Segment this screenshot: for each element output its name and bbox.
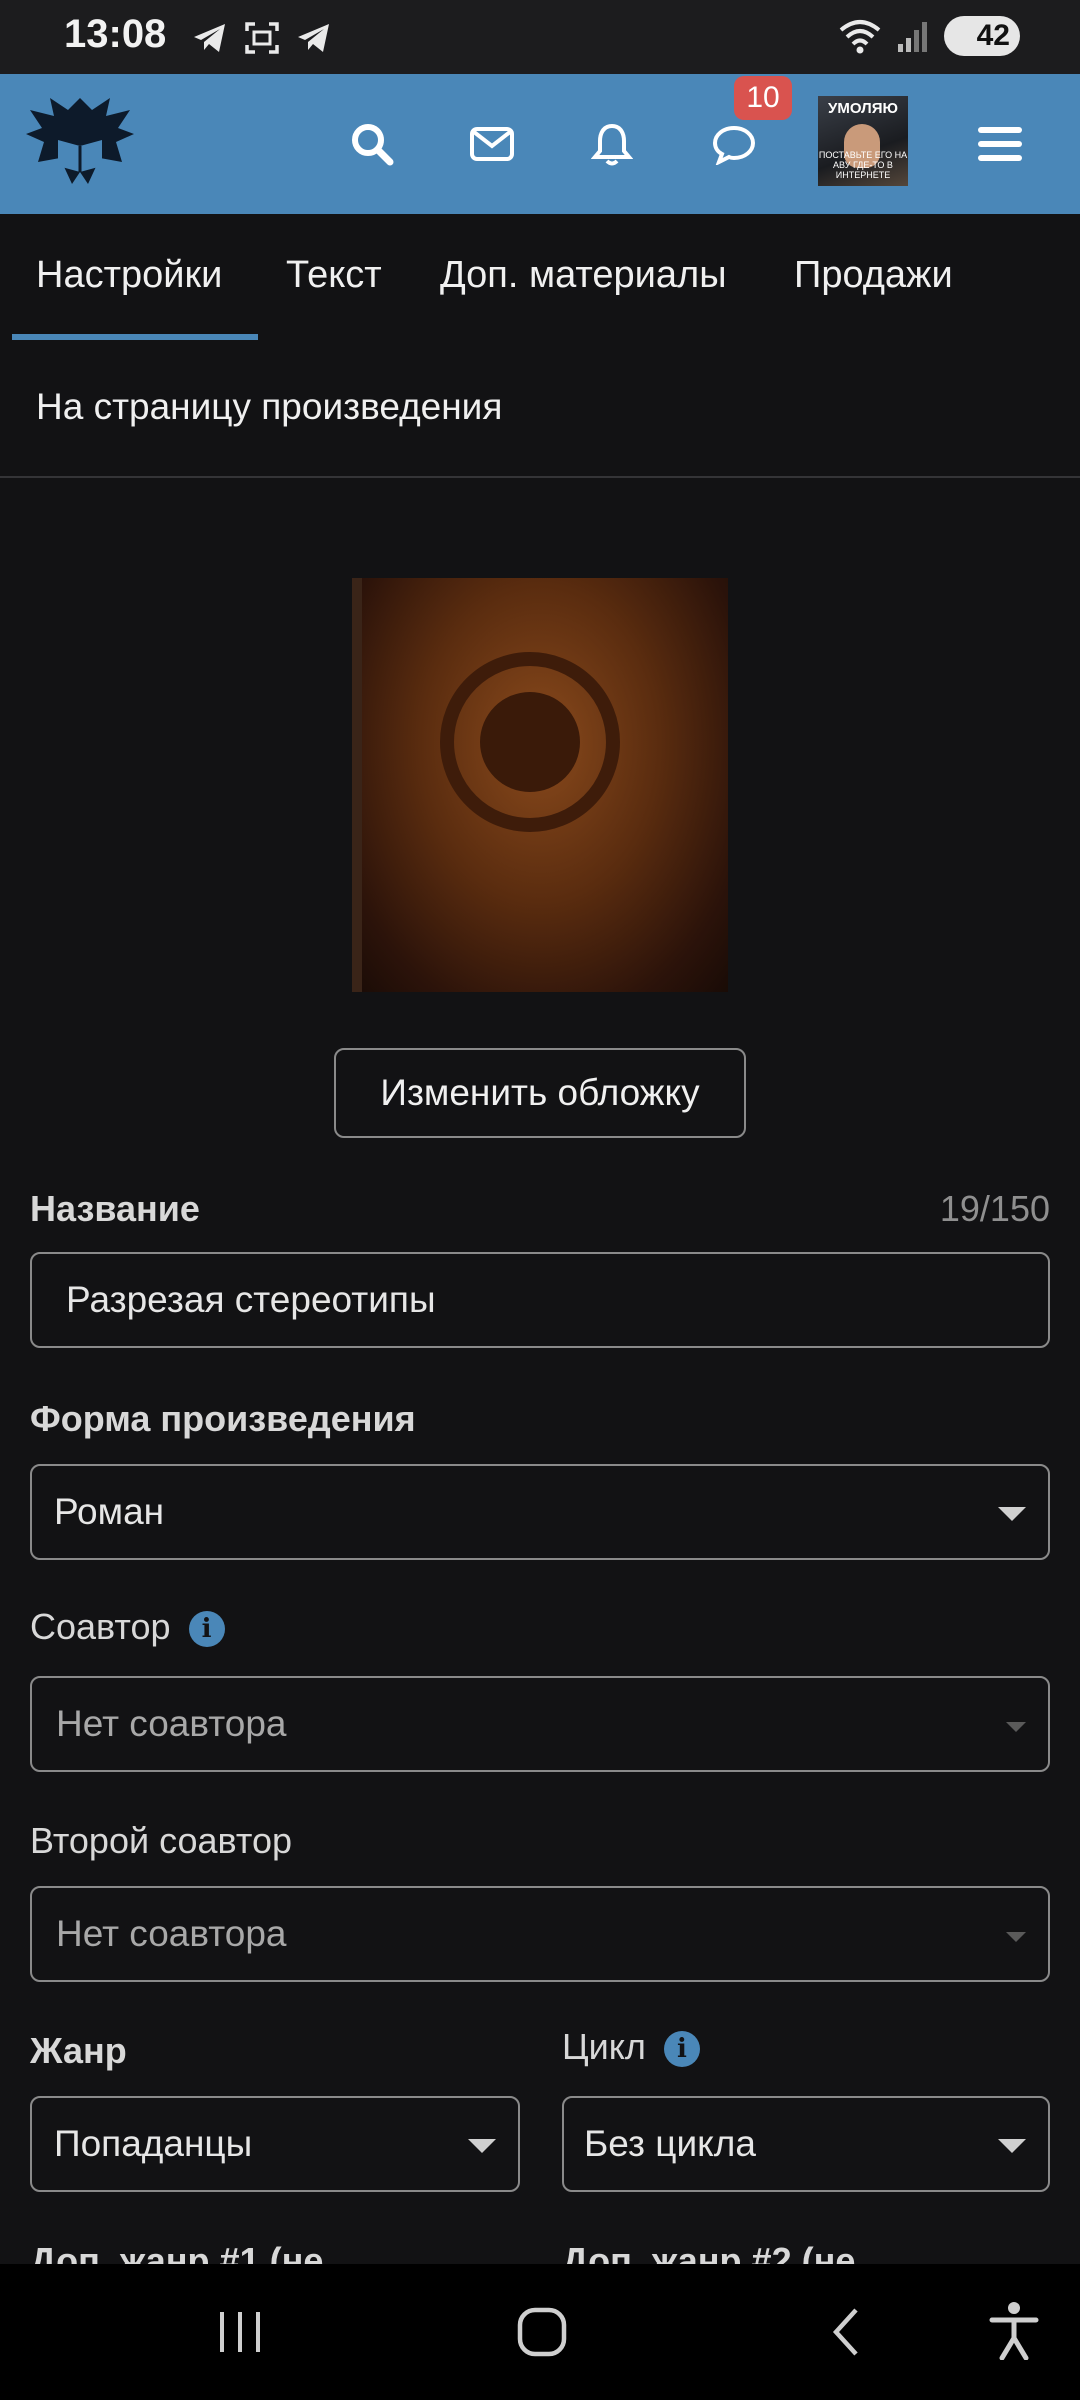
telegram-icon xyxy=(298,24,329,52)
screenshot-icon xyxy=(245,22,279,54)
bell-icon[interactable] xyxy=(582,114,642,174)
cover-emblem-center xyxy=(480,692,580,792)
genre-label: Жанр xyxy=(30,2030,127,2071)
mail-icon[interactable] xyxy=(462,114,522,174)
info-icon[interactable]: i xyxy=(188,1611,225,1648)
chat-bubble-icon[interactable] xyxy=(704,114,764,174)
tab-settings[interactable]: Настройки xyxy=(36,254,222,297)
editor-tabs: Настройки Текст Доп. материалы Продажи xyxy=(0,214,1080,340)
top-bar: 10 УМОЛЯЮ ПОСТАВЬТЕ ЕГО НА АВУ ГДЕ-ТО В … xyxy=(0,74,1080,214)
messages-badge: 10 xyxy=(734,76,792,120)
work-form-value: Роман xyxy=(54,1491,165,1532)
signal-icon xyxy=(898,22,927,52)
title-input[interactable]: Разрезая стереотипы xyxy=(30,1252,1050,1348)
second-coauthor-placeholder: Нет соавтора xyxy=(56,1913,287,1954)
divider xyxy=(0,476,1080,478)
genre-select[interactable]: Попаданцы xyxy=(30,2096,520,2192)
active-tab-indicator xyxy=(12,334,258,340)
book-cover-image xyxy=(352,578,728,992)
title-label: Название xyxy=(30,1188,200,1229)
accessibility-icon[interactable] xyxy=(988,2300,1040,2360)
cycle-value: Без цикла xyxy=(584,2123,756,2164)
hamburger-menu-icon[interactable] xyxy=(970,114,1030,174)
wifi-icon xyxy=(839,20,881,54)
status-notification-icons xyxy=(190,18,334,58)
coauthor-placeholder: Нет соавтора xyxy=(56,1703,287,1744)
coauthor-label-row: Соавтор i xyxy=(30,1606,225,1648)
battery-level: 42 xyxy=(976,19,1010,52)
cover-spine xyxy=(352,578,362,992)
search-icon[interactable] xyxy=(342,114,402,174)
back-to-work-link[interactable]: На страницу произведения xyxy=(36,386,502,428)
title-char-counter: 19/150 xyxy=(939,1188,1050,1229)
cycle-select[interactable]: Без цикла xyxy=(562,2096,1050,2192)
tab-extra-materials[interactable]: Доп. материалы xyxy=(440,254,727,297)
avatar-subcaption: ПОСТАВЬТЕ ЕГО НА АВУ ГДЕ-ТО В ИНТЕРНЕТЕ xyxy=(818,150,908,180)
coauthor-label: Соавтор xyxy=(30,1606,171,1647)
status-time: 13:08 xyxy=(64,12,167,56)
chevron-down-icon xyxy=(1006,1722,1026,1732)
chevron-down-icon xyxy=(1006,1932,1026,1942)
eagle-book-logo[interactable] xyxy=(22,88,138,196)
work-form-label: Форма произведения xyxy=(30,1398,416,1439)
chevron-down-icon xyxy=(468,2139,496,2153)
second-coauthor-select[interactable]: Нет соавтора xyxy=(30,1886,1050,1982)
second-coauthor-label: Второй соавтор xyxy=(30,1820,292,1861)
back-icon[interactable] xyxy=(826,2306,866,2358)
system-nav-bar xyxy=(0,2264,1080,2400)
status-bar: 13:08 42 xyxy=(0,0,1080,74)
telegram-icon xyxy=(194,24,225,52)
cycle-label-row: Цикл i xyxy=(562,2026,700,2068)
chevron-down-icon xyxy=(998,2139,1026,2153)
avatar-caption: УМОЛЯЮ xyxy=(828,100,898,117)
title-input-value: Разрезая стереотипы xyxy=(66,1279,436,1320)
avatar[interactable]: УМОЛЯЮ ПОСТАВЬТЕ ЕГО НА АВУ ГДЕ-ТО В ИНТ… xyxy=(818,96,908,186)
coauthor-select[interactable]: Нет соавтора xyxy=(30,1676,1050,1772)
genre-value: Попаданцы xyxy=(54,2123,253,2164)
tab-text[interactable]: Текст xyxy=(286,254,382,297)
tab-sales[interactable]: Продажи xyxy=(794,254,953,297)
info-icon[interactable]: i xyxy=(663,2031,700,2068)
recent-apps-icon[interactable] xyxy=(214,2308,266,2356)
home-icon[interactable] xyxy=(514,2304,570,2360)
chevron-down-icon xyxy=(998,1507,1026,1521)
change-cover-button[interactable]: Изменить обложку xyxy=(334,1048,746,1138)
battery-indicator: 42 xyxy=(944,16,1020,56)
cycle-label: Цикл xyxy=(562,2026,646,2067)
work-form-select[interactable]: Роман xyxy=(30,1464,1050,1560)
